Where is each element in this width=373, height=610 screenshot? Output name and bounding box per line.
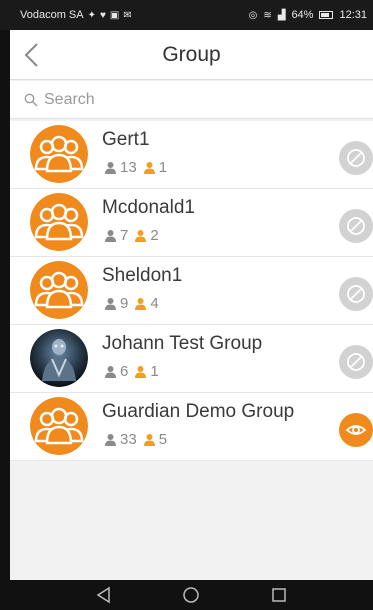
group-counts: 7 2 (104, 227, 159, 244)
member-icon (105, 366, 116, 378)
status-right: ◎ ≋ ▟ 64% 12:31 (249, 9, 367, 21)
nav-recents-button[interactable] (259, 580, 299, 610)
admin-count: 5 (158, 431, 168, 448)
group-list: Gert1 13 1 Mcdonald1 7 2 Sheldon1 9 4 Jo… (10, 121, 373, 461)
search-bar[interactable] (10, 81, 373, 119)
group-counts: 13 1 (104, 159, 167, 176)
group-row[interactable]: Guardian Demo Group 33 5 (10, 393, 373, 461)
image-icon: ▣ (109, 9, 120, 21)
header: Group (10, 30, 373, 80)
monitor-button[interactable] (339, 413, 373, 447)
nav-bar (10, 580, 373, 610)
admin-count: 2 (150, 227, 159, 244)
group-row[interactable]: Mcdonald1 7 2 (10, 189, 373, 257)
group-name: Mcdonald1 (102, 197, 195, 218)
left-edge (0, 30, 10, 610)
blocked-icon (347, 353, 365, 371)
group-counts: 9 4 (104, 295, 159, 312)
battery-icon (319, 11, 334, 19)
eye-icon (345, 425, 367, 435)
admin-count: 1 (158, 159, 168, 176)
location-icon: ◎ (248, 9, 258, 21)
wifi-icon: ≋ (263, 9, 272, 21)
admin-icon (143, 434, 155, 446)
group-row[interactable]: Sheldon1 9 4 (10, 257, 373, 325)
empty-area (10, 462, 373, 580)
nav-home-button[interactable] (171, 580, 211, 610)
admin-count: 4 (150, 295, 159, 312)
member-count: 33 (120, 431, 137, 448)
group-name: Gert1 (102, 129, 150, 150)
admin-count: 1 (150, 363, 159, 380)
group-avatar-icon (30, 397, 88, 455)
group-avatar-icon (30, 125, 88, 183)
square-recents-icon (272, 588, 286, 602)
blocked-icon (347, 285, 365, 303)
member-count: 13 (120, 159, 137, 176)
battery-percent: 64% (291, 9, 314, 21)
search-input[interactable] (44, 90, 344, 109)
member-count: 6 (120, 363, 129, 380)
triangle-back-icon (96, 586, 110, 604)
group-name: Guardian Demo Group (102, 401, 295, 422)
mail-icon: ✉ (123, 9, 132, 21)
disabled-button[interactable] (339, 141, 373, 175)
member-icon (105, 162, 116, 174)
page-title: Group (162, 42, 221, 66)
clock: 12:31 (339, 9, 367, 21)
status-bar: Vodacom SA ✦ ♥ ▣ ✉ ◎ ≋ ▟ 64% 12:31 (0, 0, 373, 30)
app-frame: Vodacom SA ✦ ♥ ▣ ✉ ◎ ≋ ▟ 64% 12:31 Group (0, 0, 373, 610)
heart-icon: ♥ (99, 9, 106, 21)
search-icon (24, 93, 38, 106)
group-name: Johann Test Group (102, 333, 263, 354)
admin-icon (135, 298, 147, 310)
admin-icon (135, 230, 147, 242)
member-icon (105, 434, 116, 446)
carrier-name: Vodacom SA (20, 9, 84, 21)
back-button[interactable] (16, 40, 46, 70)
group-counts: 33 5 (104, 431, 167, 448)
member-icon (105, 230, 116, 242)
group-avatar-icon (30, 261, 88, 319)
signal-icon: ▟ (277, 9, 286, 21)
member-icon (105, 298, 116, 310)
robot-avatar (30, 329, 88, 387)
admin-icon (135, 366, 147, 378)
blocked-icon (347, 149, 365, 167)
group-row[interactable]: Johann Test Group 6 1 (10, 325, 373, 393)
group-row[interactable]: Gert1 13 1 (10, 121, 373, 189)
circle-home-icon (183, 587, 200, 603)
member-count: 7 (120, 227, 129, 244)
group-name: Sheldon1 (102, 265, 183, 286)
disabled-button[interactable] (339, 209, 373, 243)
member-count: 9 (120, 295, 129, 312)
disabled-button[interactable] (339, 345, 373, 379)
chevron-left-icon (24, 43, 38, 67)
group-avatar-icon (30, 193, 88, 251)
carrier: Vodacom SA ✦ ♥ ▣ ✉ (20, 9, 132, 21)
nav-back-button[interactable] (84, 580, 124, 610)
group-counts: 6 1 (104, 363, 159, 380)
admin-icon (143, 162, 155, 174)
notification-icon: ✦ (87, 9, 96, 21)
blocked-icon (347, 217, 365, 235)
disabled-button[interactable] (339, 277, 373, 311)
